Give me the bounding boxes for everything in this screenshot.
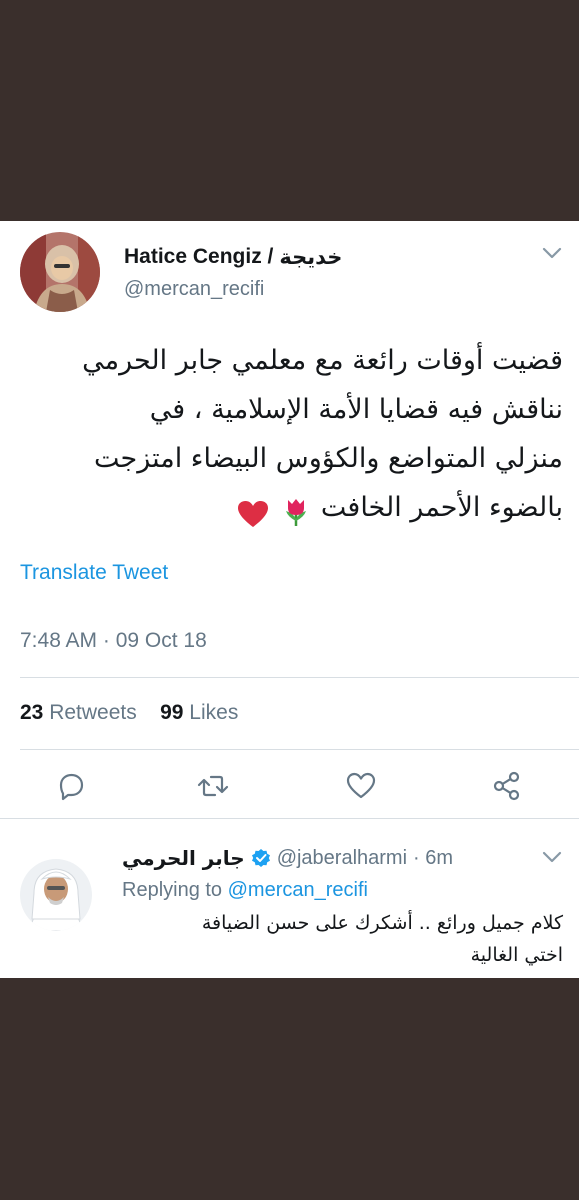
replying-to: Replying to @mercan_recifi (122, 879, 368, 902)
heart-emoji-icon (237, 495, 269, 527)
divider (20, 749, 579, 750)
tweet-text: قضيت أوقات رائعة مع معلمي جابر الحرمي نن… (20, 336, 563, 532)
tweet-stats: 23 Retweets 99 Likes (20, 701, 238, 725)
divider (0, 818, 579, 819)
tweet-actions (0, 769, 579, 805)
translate-tweet-link[interactable]: Translate Tweet (20, 561, 168, 585)
reply-author-name[interactable]: جابر الحرمي (122, 846, 245, 870)
tweet-card: Hatice Cengiz / خديجة @mercan_recifi قضي… (0, 221, 579, 978)
tweet-text-line-last: بالضوء الأحمر الخافت (20, 483, 563, 532)
tulip-emoji-icon (283, 494, 309, 526)
retweets-label: Retweets (49, 701, 137, 724)
likes-label: Likes (189, 701, 239, 724)
replying-to-prefix: Replying to (122, 879, 223, 901)
tweet-text-line: منزلي المتواضع والكؤوس البيضاء امتزجت (94, 443, 563, 474)
author-name-row[interactable]: Hatice Cengiz / خديجة (124, 244, 342, 270)
retweets-count: 23 (20, 701, 44, 724)
replying-to-handle[interactable]: @mercan_recifi (228, 879, 368, 901)
author-handle[interactable]: @mercan_recifi (124, 278, 264, 301)
reply-header: جابر الحرمي @jaberalharmi · 6m (122, 845, 453, 871)
tweet-text-line: قضيت أوقات رائعة مع معلمي جابر الحرمي (82, 345, 563, 376)
reply-author-avatar[interactable] (20, 859, 92, 931)
likes-count: 99 (160, 701, 184, 724)
author-name-arabic: خديجة (279, 245, 343, 269)
likes-stat[interactable]: 99 Likes (160, 701, 238, 724)
author-avatar[interactable] (20, 232, 100, 312)
heart-icon[interactable] (344, 769, 378, 803)
reply-author-handle[interactable]: @jaberalharmi (277, 847, 407, 870)
divider (20, 677, 579, 678)
verified-badge-icon (251, 848, 271, 868)
tweet-timestamp[interactable]: 7:48 AM · 09 Oct 18 (20, 629, 207, 653)
reply-age: · 6m (413, 846, 454, 869)
chevron-down-icon[interactable] (541, 245, 563, 261)
author-name: Hatice Cengiz / (124, 245, 274, 268)
share-icon[interactable] (490, 769, 524, 803)
reply-text-line: كلام جميل ورائع .. أشكرك على حسن الضيافة (201, 912, 563, 934)
tweet-text-line: نناقش فيه قضايا الأمة الإسلامية ، في (149, 394, 563, 425)
reply-text: كلام جميل ورائع .. أشكرك على حسن الضيافة… (122, 907, 563, 971)
retweet-icon[interactable] (196, 769, 230, 803)
retweets-stat[interactable]: 23 Retweets (20, 701, 137, 724)
chevron-down-icon[interactable] (541, 849, 563, 865)
tweet-text-line: بالضوء الأحمر الخافت (320, 492, 563, 523)
reply-text-line: اختي الغالية (470, 944, 563, 966)
reply-icon[interactable] (54, 769, 88, 803)
